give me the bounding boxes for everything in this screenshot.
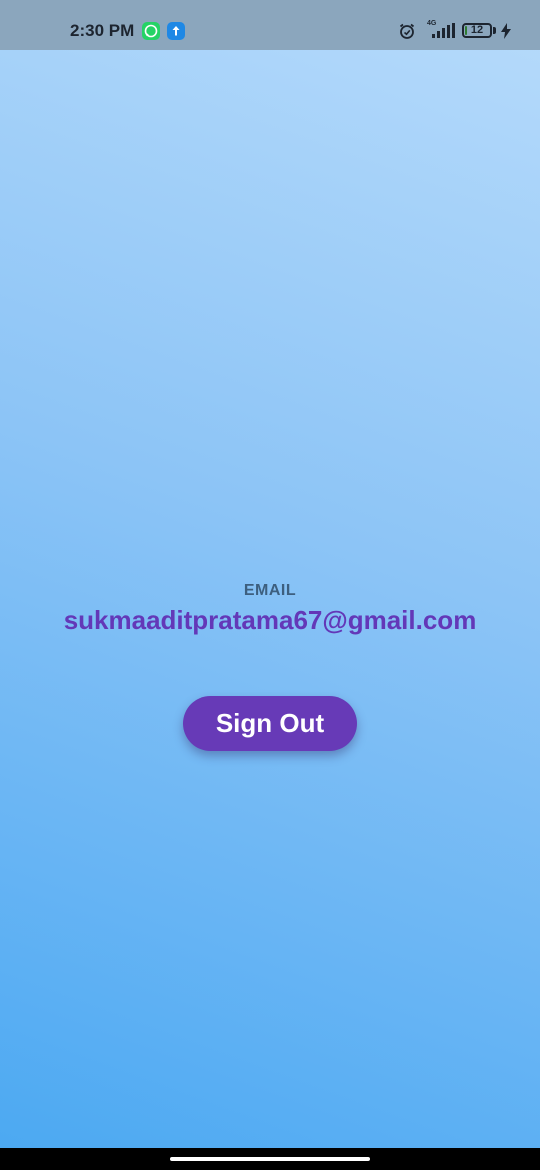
battery-icon: 12 (462, 23, 492, 38)
home-indicator[interactable] (170, 1157, 370, 1161)
battery-terminal (493, 27, 496, 34)
sign-out-button[interactable]: Sign Out (183, 696, 357, 751)
signal-icon (432, 23, 456, 43)
whatsapp-icon (142, 22, 160, 40)
alarm-icon (398, 22, 416, 45)
app-screen: 2:30 PM 4G 12 EMAIL sukmaaditpratama67@g… (0, 0, 540, 1170)
status-time: 2:30 PM (70, 21, 135, 40)
navigation-bar (0, 1148, 540, 1170)
charging-icon (500, 23, 512, 44)
battery-level: 12 (470, 24, 484, 36)
email-value: sukmaaditpratama67@gmail.com (63, 605, 477, 635)
status-bar: 2:30 PM 4G 12 (0, 0, 540, 50)
upload-icon (167, 22, 185, 40)
profile-section: EMAIL sukmaaditpratama67@gmail.com (0, 580, 540, 636)
email-label: EMAIL (243, 582, 297, 599)
